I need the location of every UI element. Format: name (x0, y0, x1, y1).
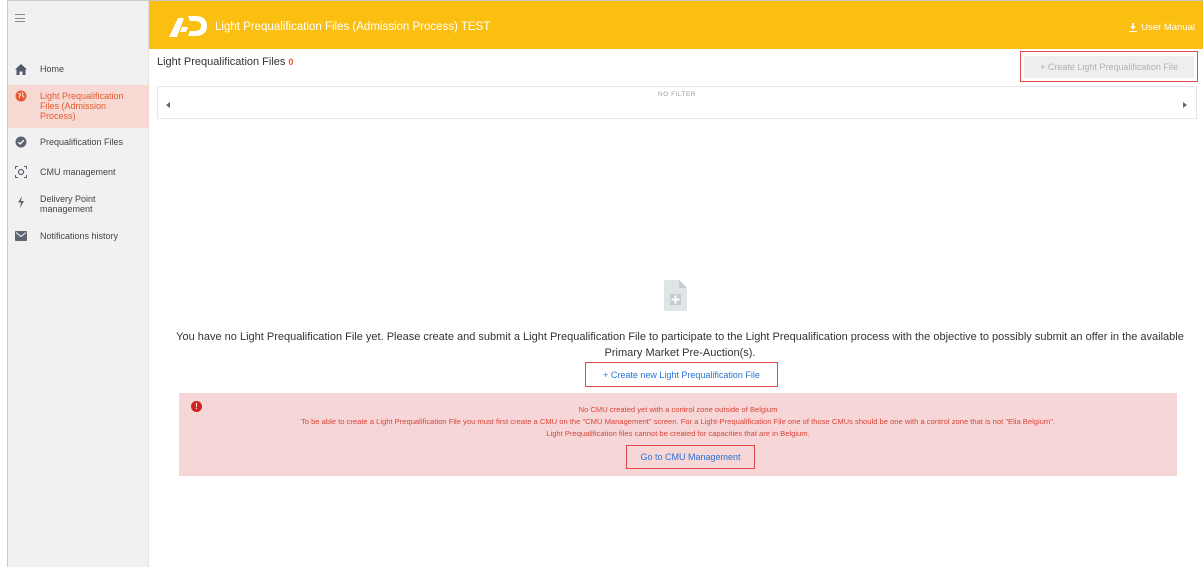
page-title-text: Light Prequalification Files (157, 56, 286, 68)
target-icon (14, 166, 27, 178)
sidebar-item-delivery-point[interactable]: Delivery Point management (8, 188, 149, 223)
envelope-icon (14, 230, 27, 242)
sidebar-item-label: CMU management (40, 167, 116, 177)
create-new-button-label: + Create new Light Prequalification File (603, 369, 760, 380)
menu-icon[interactable] (15, 14, 25, 22)
create-new-light-prequalification-file-button[interactable]: + Create new Light Prequalification File (585, 362, 778, 387)
alert-line-instructions: To be able to create a Light Prequalific… (300, 417, 1056, 426)
sidebar: Home Light Prequalification Files (Admis… (8, 1, 149, 567)
go-to-cmu-management-button[interactable]: Go to CMU Management (626, 445, 755, 469)
sidebar-item-label: Delivery Point management (40, 194, 96, 214)
sidebar-item-label: Home (40, 64, 65, 74)
brand-logo (169, 16, 207, 37)
lightning-icon (14, 196, 27, 208)
scroll-left-icon[interactable] (166, 102, 170, 108)
check-badge-icon (14, 136, 27, 148)
sidebar-item-notifications-history[interactable]: Notifications history (8, 223, 149, 250)
count-badge: 0 (288, 57, 294, 67)
app-title: Light Prequalification Files (Admission … (215, 21, 491, 33)
scroll-right-icon[interactable] (1183, 102, 1187, 108)
filter-bar: NO FILTER (157, 86, 1197, 119)
sidebar-item-label: Prequalification Files (40, 137, 124, 147)
home-icon (14, 63, 27, 75)
page-title: Light Prequalification Files 0 (157, 56, 293, 68)
user-manual-label: User Manual (1141, 22, 1195, 33)
empty-state-message: You have no Light Prequalification File … (176, 331, 1184, 359)
top-header: Light Prequalification Files (Admission … (149, 1, 1203, 49)
sidebar-item-label: Light Prequalification Files (Admission … (40, 91, 124, 121)
alert-message: No CMU created yet with a control zone o… (179, 404, 1177, 440)
create-top-button-inner: + Create Light Prequalification File (1024, 55, 1194, 78)
alert-line-note: Light Prequalification files cannot be c… (546, 429, 810, 438)
new-file-icon (664, 280, 687, 311)
sidebar-item-home[interactable]: Home (8, 56, 149, 85)
download-icon (1129, 23, 1138, 32)
alert-line-title: No CMU created yet with a control zone o… (578, 405, 778, 414)
error-alert: ! No CMU created yet with a control zone… (179, 393, 1177, 476)
user-manual-link[interactable]: User Manual (1129, 22, 1195, 33)
sidebar-item-label: Notifications history (40, 231, 119, 241)
create-light-prequalification-file-button[interactable]: + Create Light Prequalification File (1020, 51, 1198, 82)
sidebar-item-prequalification-files[interactable]: Prequalification Files (8, 128, 149, 158)
sidebar-item-light-prequalification[interactable]: Light Prequalification Files (Admission … (8, 85, 149, 128)
filter-label: NO FILTER (658, 91, 696, 98)
create-top-button-label: + Create Light Prequalification File (1040, 61, 1178, 72)
globe-icon (14, 90, 27, 102)
sidebar-nav: Home Light Prequalification Files (Admis… (8, 56, 149, 250)
sidebar-item-cmu-management[interactable]: CMU management (8, 158, 149, 188)
